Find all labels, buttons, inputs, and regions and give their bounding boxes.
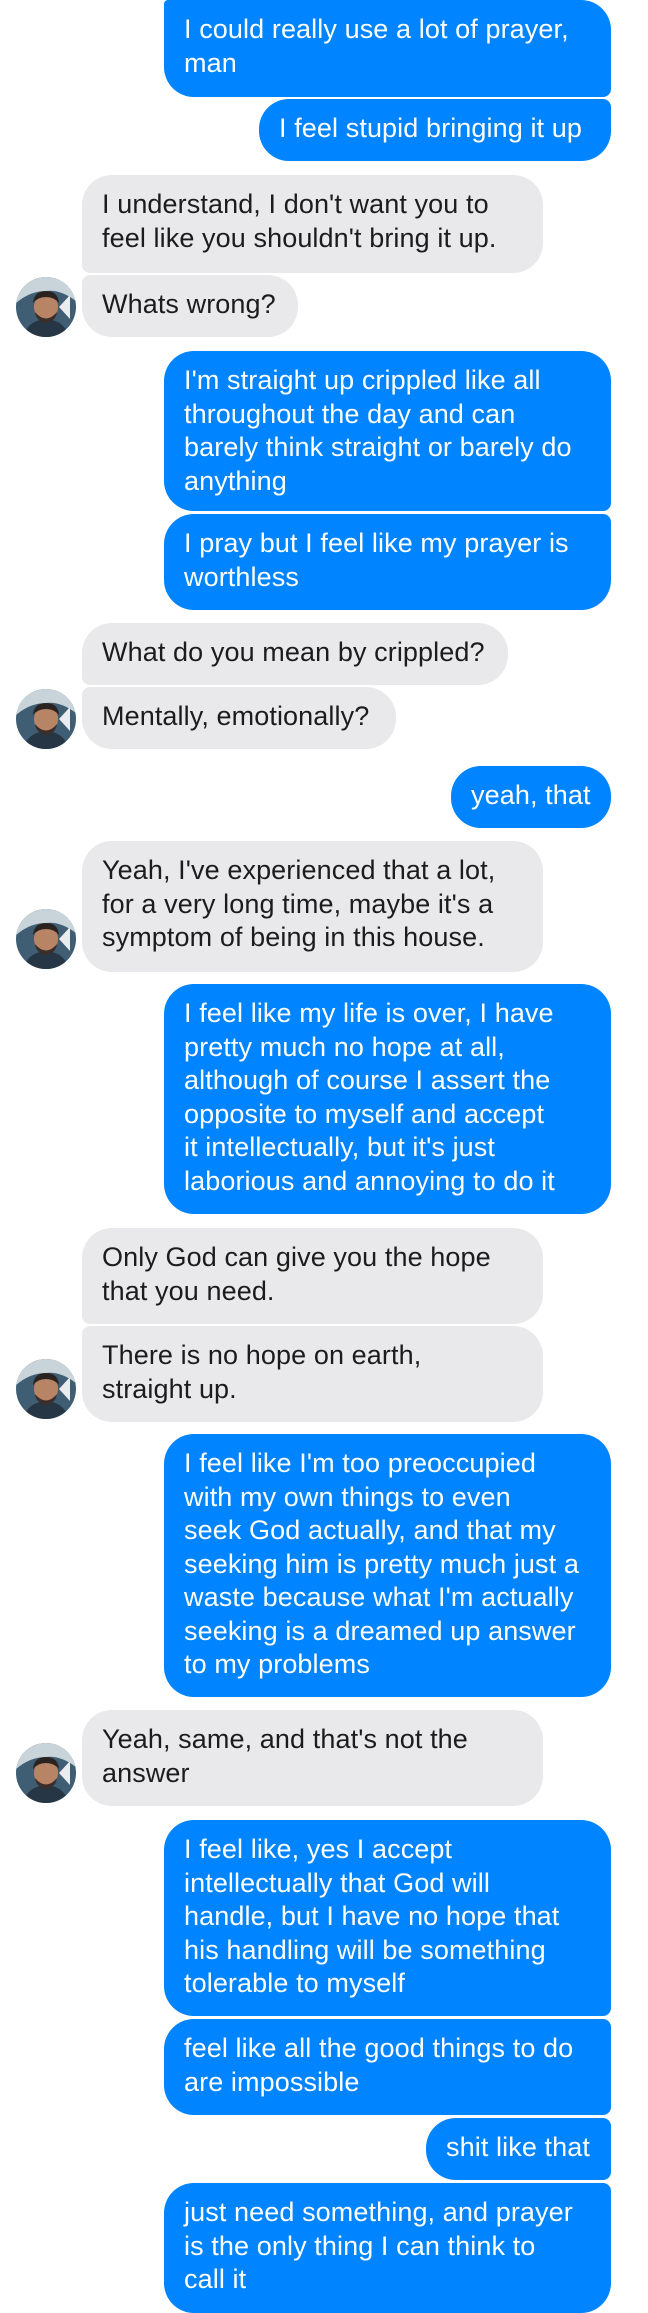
outgoing-message[interactable]: I feel like, yes I accept intellectually… bbox=[164, 1820, 611, 2016]
contact-avatar-icon[interactable] bbox=[16, 277, 76, 337]
incoming-message[interactable]: Yeah, same, and that's not the answer bbox=[82, 1710, 543, 1806]
contact-avatar-icon[interactable] bbox=[16, 1743, 76, 1803]
outgoing-message[interactable]: I pray but I feel like my prayer is wort… bbox=[164, 514, 611, 610]
outgoing-message[interactable]: I feel like I'm too preoccupied with my … bbox=[164, 1434, 611, 1697]
incoming-message[interactable]: Yeah, I've experienced that a lot, for a… bbox=[82, 841, 543, 972]
incoming-message[interactable]: Mentally, emotionally? bbox=[82, 687, 396, 749]
outgoing-message[interactable]: I feel stupid bringing it up bbox=[259, 99, 611, 161]
contact-avatar-icon[interactable] bbox=[16, 689, 76, 749]
outgoing-message[interactable]: I'm straight up crippled like all throug… bbox=[164, 351, 611, 511]
incoming-message[interactable]: There is no hope on earth, straight up. bbox=[82, 1326, 543, 1422]
incoming-message[interactable]: I understand, I don't want you to feel l… bbox=[82, 175, 543, 273]
contact-avatar-icon[interactable] bbox=[16, 909, 76, 969]
incoming-message[interactable]: What do you mean by crippled? bbox=[82, 623, 508, 685]
outgoing-message[interactable]: shit like that bbox=[426, 2118, 611, 2180]
outgoing-message[interactable]: yeah, that bbox=[451, 766, 611, 828]
outgoing-message[interactable]: feel like all the good things to do are … bbox=[164, 2019, 611, 2115]
outgoing-message[interactable]: just need something, and prayer is the o… bbox=[164, 2183, 611, 2313]
outgoing-message[interactable]: I could really use a lot of prayer, man bbox=[164, 0, 611, 97]
outgoing-message[interactable]: I feel like my life is over, I have pret… bbox=[164, 984, 611, 1214]
contact-avatar-icon[interactable] bbox=[16, 1359, 76, 1419]
incoming-message[interactable]: Only God can give you the hope that you … bbox=[82, 1228, 543, 1324]
incoming-message[interactable]: Whats wrong? bbox=[82, 275, 298, 337]
